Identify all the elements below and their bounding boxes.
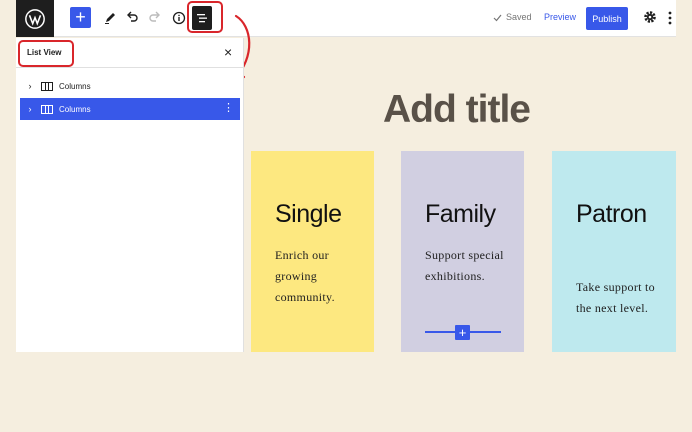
list-item-label: Columns	[59, 104, 91, 114]
post-title-field[interactable]: Add title	[383, 88, 531, 132]
editor-toolbar: + Saved Preview Publish	[16, 0, 676, 37]
publish-button[interactable]: Publish	[586, 7, 628, 30]
membership-card[interactable]: Family Support special exhibitions. +	[401, 151, 524, 352]
preview-button[interactable]: Preview	[544, 12, 576, 22]
list-item[interactable]: › Columns	[20, 75, 240, 97]
block-inserter[interactable]: +	[425, 325, 501, 340]
redo-icon[interactable]	[147, 7, 163, 29]
saved-status: Saved	[493, 12, 532, 22]
add-block-button[interactable]: +	[70, 7, 91, 28]
more-options-icon[interactable]	[666, 9, 674, 27]
list-item-label: Columns	[59, 81, 91, 91]
columns-icon	[41, 104, 53, 114]
gear-icon[interactable]	[643, 10, 657, 24]
highlight-list-view-button	[187, 1, 223, 33]
close-icon[interactable]: ×	[224, 44, 232, 60]
card-text[interactable]: Take support to the next level.	[576, 277, 666, 319]
columns-icon	[41, 81, 53, 91]
chevron-right-icon[interactable]: ›	[22, 104, 38, 114]
check-icon	[493, 14, 502, 21]
highlight-list-view-title	[18, 40, 74, 67]
card-text[interactable]: Support special exhibitions.	[425, 245, 515, 287]
membership-card[interactable]: Single Enrich our growing community.	[251, 151, 374, 352]
card-heading[interactable]: Family	[425, 198, 515, 230]
list-item-selected[interactable]: › Columns ⋮	[20, 98, 240, 120]
info-icon[interactable]	[171, 7, 187, 29]
card-heading[interactable]: Single	[275, 198, 365, 230]
list-view-panel: List View × › Columns › Columns ⋮	[16, 38, 244, 352]
wordpress-logo-icon[interactable]	[16, 0, 54, 37]
chevron-right-icon[interactable]: ›	[22, 81, 38, 91]
card-text[interactable]: Enrich our growing community.	[275, 245, 365, 308]
plus-icon[interactable]: +	[455, 325, 470, 340]
saved-label: Saved	[506, 12, 532, 22]
undo-icon[interactable]	[124, 7, 140, 29]
list-view-header: List View ×	[16, 38, 244, 68]
card-heading[interactable]: Patron	[576, 198, 666, 230]
more-options-icon[interactable]: ⋮	[223, 102, 234, 114]
pencil-icon[interactable]	[102, 7, 118, 29]
membership-card[interactable]: Patron Take support to the next level.	[552, 151, 676, 352]
